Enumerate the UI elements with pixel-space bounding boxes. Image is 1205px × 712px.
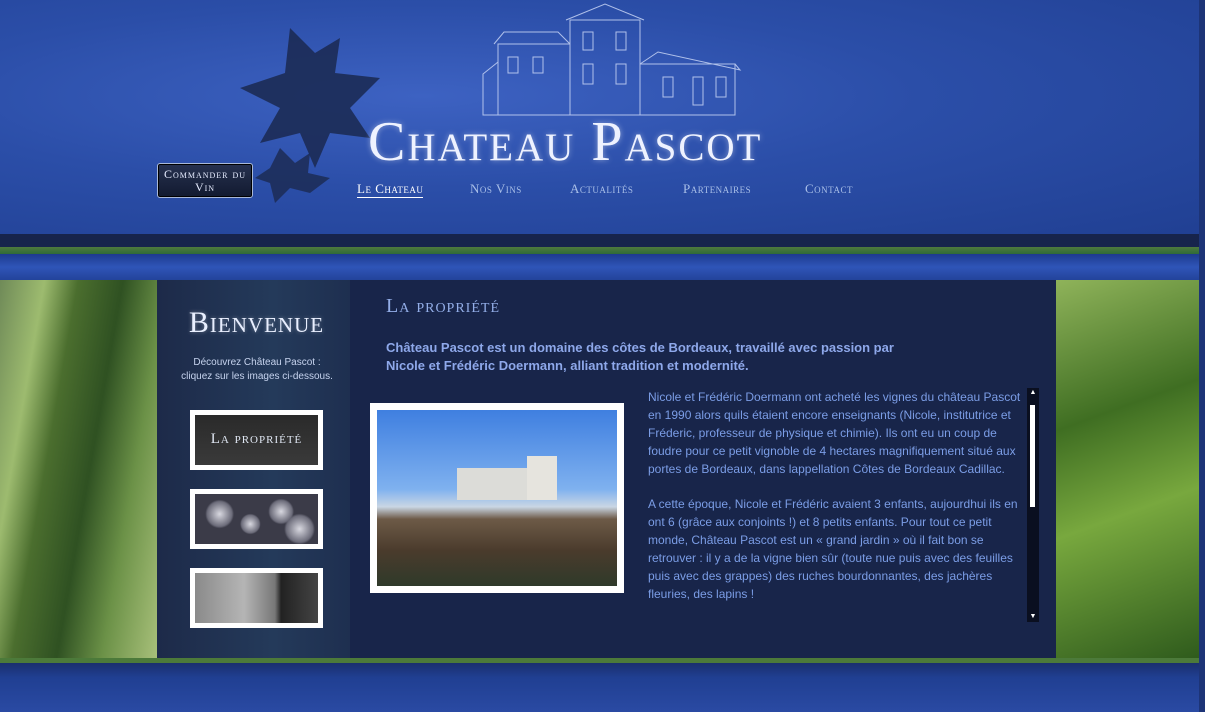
vine-photo-right	[1056, 280, 1200, 660]
content-paragraph: Nicole et Frédéric Doermann ont acheté l…	[648, 390, 1021, 476]
order-wine-button[interactable]: Commander du Vin	[157, 163, 253, 198]
thumb-image: La propriété	[195, 415, 318, 465]
content-scrollbar[interactable]: ▲ ▼	[1027, 388, 1039, 622]
photo-tower-shape	[527, 456, 557, 500]
site-logo[interactable]: Chateau Pascot	[368, 110, 848, 173]
content-intro: Château Pascot est un domaine des côtes …	[386, 340, 894, 373]
nav-nos-vins[interactable]: Nos Vins	[470, 181, 522, 197]
nav-partenaires[interactable]: Partenaires	[683, 181, 751, 197]
thumb-cellar[interactable]	[190, 568, 323, 628]
header-divider-dark	[0, 234, 1205, 247]
scroll-thumb[interactable]	[1030, 405, 1035, 507]
header-divider-green	[0, 247, 1205, 254]
content-panel: La propriété Château Pascot est un domai…	[350, 280, 1056, 660]
main-photo	[370, 403, 624, 593]
main-photo-image	[377, 410, 617, 586]
scroll-down-icon[interactable]: ▼	[1027, 612, 1039, 622]
header: Chateau Pascot Commander du Vin Le Chate…	[0, 0, 1205, 240]
cellar-image	[195, 573, 318, 623]
thumb-label: La propriété	[210, 431, 303, 447]
sidebar-intro: Découvrez Château Pascot : cliquez sur l…	[167, 356, 347, 384]
thumb-la-propriete[interactable]: La propriété	[190, 410, 323, 470]
sidebar-intro-line: cliquez sur les images ci-dessous.	[181, 371, 333, 382]
footer	[0, 663, 1205, 712]
content-title: La propriété	[386, 295, 501, 317]
sidebar: Bienvenue Découvrez Château Pascot : cli…	[157, 280, 350, 660]
content-body: Nicole et Frédéric Doermann ont acheté l…	[648, 388, 1026, 618]
vine-photo-left	[0, 280, 157, 660]
thumb-grapes[interactable]	[190, 489, 323, 549]
grapes-image	[195, 494, 318, 544]
sidebar-title: Bienvenue	[188, 306, 325, 339]
scroll-up-icon[interactable]: ▲	[1027, 388, 1039, 398]
nav-actualites[interactable]: Actualités	[570, 181, 633, 197]
chateau-drawing-icon	[482, 3, 742, 116]
right-edge	[1199, 0, 1205, 712]
header-divider-blue	[0, 254, 1205, 280]
nav-contact[interactable]: Contact	[805, 181, 853, 197]
nav-le-chateau[interactable]: Le Chateau	[357, 181, 424, 198]
content-paragraph: A cette époque, Nicole et Frédéric avaie…	[648, 497, 1018, 601]
sidebar-intro-line: Découvrez Château Pascot :	[193, 357, 321, 368]
